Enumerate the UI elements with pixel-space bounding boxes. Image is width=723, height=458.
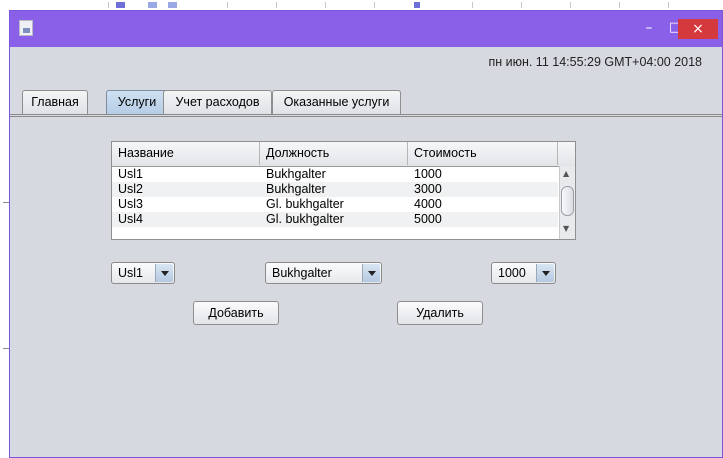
java-app-icon bbox=[19, 20, 33, 36]
scroll-down-arrow-icon[interactable]: ▼ bbox=[563, 224, 569, 233]
cell-position: Bukhgalter bbox=[266, 167, 326, 181]
cell-name: Usl2 bbox=[118, 182, 144, 196]
service-select[interactable]: Usl1 bbox=[111, 262, 175, 284]
table-row[interactable]: Usl2 Bukhgalter 3000 bbox=[112, 182, 558, 197]
price-select-value: 1000 bbox=[498, 266, 526, 280]
tab-divider bbox=[10, 114, 722, 117]
cell-name: Usl4 bbox=[118, 212, 144, 226]
tab-main[interactable]: Главная bbox=[22, 90, 88, 114]
cell-position: Gl. bukhgalter bbox=[266, 212, 344, 226]
table-scrollbar[interactable]: ▲ ▼ bbox=[559, 166, 575, 239]
cell-position: Bukhgalter bbox=[266, 182, 326, 196]
table-row[interactable]: Usl3 Gl. bukhgalter 4000 bbox=[112, 197, 558, 212]
scroll-thumb[interactable] bbox=[561, 186, 574, 216]
tab-services[interactable]: Услуги bbox=[106, 90, 168, 114]
chevron-down-icon[interactable] bbox=[362, 264, 380, 282]
table-header: Название Должность Стоимость bbox=[112, 142, 575, 167]
chevron-down-icon[interactable] bbox=[155, 264, 173, 282]
close-button[interactable]: × bbox=[678, 19, 718, 39]
column-header-name[interactable]: Название bbox=[112, 142, 260, 165]
cell-name: Usl1 bbox=[118, 167, 144, 181]
position-select[interactable]: Bukhgalter bbox=[265, 262, 382, 284]
price-select[interactable]: 1000 bbox=[491, 262, 556, 284]
cell-price: 3000 bbox=[414, 182, 442, 196]
scroll-up-arrow-icon[interactable]: ▲ bbox=[563, 169, 569, 178]
datetime-label: пн июн. 11 14:55:29 GMT+04:00 2018 bbox=[488, 55, 702, 69]
table-row[interactable]: Usl4 Gl. bukhgalter 5000 bbox=[112, 212, 558, 227]
background-left-strip bbox=[0, 10, 9, 458]
tab-expenses[interactable]: Учет расходов bbox=[163, 90, 272, 114]
table-row[interactable]: Usl1 Bukhgalter 1000 bbox=[112, 167, 558, 182]
services-table[interactable]: Название Должность Стоимость Usl1 Bukhga… bbox=[111, 141, 576, 240]
cell-price: 5000 bbox=[414, 212, 442, 226]
cell-position: Gl. bukhgalter bbox=[266, 197, 344, 211]
column-header-price[interactable]: Стоимость bbox=[408, 142, 558, 165]
add-button[interactable]: Добавить bbox=[193, 301, 279, 325]
cell-name: Usl3 bbox=[118, 197, 144, 211]
minimize-button[interactable]: – bbox=[636, 19, 662, 39]
cell-price: 1000 bbox=[414, 167, 442, 181]
app-window: – □ × пн июн. 11 14:55:29 GMT+04:00 2018… bbox=[9, 10, 723, 458]
title-bar[interactable]: – □ × bbox=[10, 11, 722, 47]
delete-button[interactable]: Удалить bbox=[397, 301, 483, 325]
cell-price: 4000 bbox=[414, 197, 442, 211]
column-header-position[interactable]: Должность bbox=[260, 142, 408, 165]
background-ruler bbox=[0, 0, 723, 10]
position-select-value: Bukhgalter bbox=[272, 266, 332, 280]
tab-rendered-services[interactable]: Оказанные услуги bbox=[272, 90, 401, 114]
service-select-value: Usl1 bbox=[118, 266, 144, 280]
chevron-down-icon[interactable] bbox=[536, 264, 554, 282]
